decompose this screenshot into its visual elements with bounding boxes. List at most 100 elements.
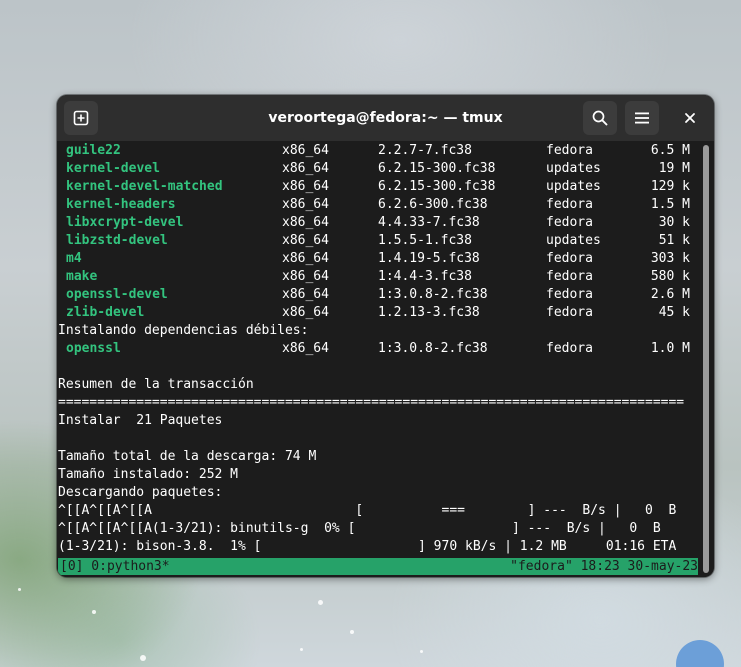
package-row: libxcrypt-devel x86_64 4.4.33-7.fc38 fed…	[58, 214, 698, 232]
package-version: 4.4.33-7.fc38	[378, 215, 480, 230]
separator-line: ========================================…	[58, 395, 685, 410]
package-arch: x86_64	[282, 341, 329, 356]
package-size: 580 k	[650, 269, 690, 284]
package-row: guile22 x86_64 2.2.7-7.fc38 fedora 6.5 M	[58, 142, 698, 160]
wallpaper-dot	[318, 600, 323, 605]
package-repo: fedora	[546, 287, 593, 302]
package-repo: fedora	[546, 305, 593, 320]
header-bar: veroortega@fedora:~ — tmux	[57, 95, 714, 141]
package-name: libxcrypt-devel	[66, 215, 184, 230]
tmux-window-list[interactable]: [0] 0:python3*	[60, 558, 170, 575]
package-version: 1:3.0.8-2.fc38	[378, 341, 488, 356]
hamburger-menu-icon	[635, 112, 649, 124]
package-size: 6.5 M	[650, 143, 690, 158]
package-size: 51 k	[658, 233, 690, 248]
package-repo: fedora	[546, 215, 593, 230]
wallpaper-dot	[420, 650, 423, 653]
package-version: 2.2.7-7.fc38	[378, 143, 472, 158]
package-version: 1.5.5-1.fc38	[378, 233, 472, 248]
package-row: m4 x86_64 1.4.19-5.fc38 fedora 303 k	[58, 250, 698, 268]
package-repo: updates	[546, 233, 601, 248]
progress-line: ^[[A^[[A^[[A(1-3/21): binutils-g 0% [ ] …	[58, 521, 661, 536]
wallpaper-dot	[300, 648, 303, 651]
main-menu-button[interactable]	[625, 101, 659, 135]
package-size: 1.5 M	[650, 197, 690, 212]
progress-line: ^[[A^[[A^[[A [ === ] --- B/s | 0 B	[58, 503, 677, 518]
package-row: kernel-devel-matched x86_64 6.2.15-300.f…	[58, 178, 698, 196]
package-repo: updates	[546, 179, 601, 194]
package-row: openssl-devel x86_64 1:3.0.8-2.fc38 fedo…	[58, 286, 698, 304]
package-name: kernel-devel-matched	[66, 179, 223, 194]
package-repo: updates	[546, 161, 601, 176]
window-title: veroortega@fedora:~ — tmux	[268, 110, 503, 126]
scrollbar[interactable]	[703, 145, 709, 573]
close-icon	[685, 113, 695, 123]
package-size: 2.6 M	[650, 287, 690, 302]
package-arch: x86_64	[282, 305, 329, 320]
wallpaper-dot	[18, 588, 21, 591]
weak-deps-header: Instalando dependencias débiles:	[58, 323, 309, 338]
package-version: 6.2.15-300.fc38	[378, 161, 496, 176]
package-name: kernel-devel	[66, 161, 160, 176]
package-version: 6.2.6-300.fc38	[378, 197, 488, 212]
wallpaper-dot	[140, 655, 146, 661]
package-size: 303 k	[650, 251, 690, 266]
package-version: 1.4.19-5.fc38	[378, 251, 480, 266]
summary-header: Resumen de la transacción	[58, 377, 254, 392]
package-repo: fedora	[546, 341, 593, 356]
package-name: guile22	[66, 143, 121, 158]
package-arch: x86_64	[282, 287, 329, 302]
package-row: kernel-headers x86_64 6.2.6-300.fc38 fed…	[58, 196, 698, 214]
package-repo: fedora	[546, 251, 593, 266]
package-arch: x86_64	[282, 215, 329, 230]
install-count: Instalar 21 Paquetes	[58, 413, 223, 428]
package-size: 30 k	[658, 215, 690, 230]
terminal-window: veroortega@fedora:~ — tmux guile22 x86_6…	[57, 95, 714, 577]
package-name: openssl-devel	[66, 287, 168, 302]
package-size: 1.0 M	[650, 341, 690, 356]
package-name: m4	[66, 251, 82, 266]
new-tab-button[interactable]	[64, 101, 98, 135]
desktop-app-icon[interactable]	[676, 640, 724, 667]
package-row: libzstd-devel x86_64 1.5.5-1.fc38 update…	[58, 232, 698, 250]
package-repo: fedora	[546, 197, 593, 212]
package-arch: x86_64	[282, 251, 329, 266]
package-repo: fedora	[546, 269, 593, 284]
wallpaper-dot	[350, 630, 354, 634]
package-row: kernel-devel x86_64 6.2.15-300.fc38 upda…	[58, 160, 698, 178]
download-size: Tamaño total de la descarga: 74 M	[58, 449, 317, 464]
tmux-status-bar: [0] 0:python3* "fedora" 18:23 30-may-23	[58, 558, 698, 575]
package-arch: x86_64	[282, 197, 329, 212]
package-row: openssl x86_64 1:3.0.8-2.fc38 fedora 1.0…	[58, 340, 698, 358]
package-version: 1:4.4-3.fc38	[378, 269, 472, 284]
installed-size: Tamaño instalado: 252 M	[58, 467, 239, 482]
package-name: libzstd-devel	[66, 233, 168, 248]
package-repo: fedora	[546, 143, 593, 158]
package-name: make	[66, 269, 98, 284]
tmux-status-right: "fedora" 18:23 30-may-23	[510, 559, 698, 574]
package-size: 19 M	[658, 161, 690, 176]
package-row: zlib-devel x86_64 1.2.13-3.fc38 fedora 4…	[58, 304, 698, 322]
new-tab-icon	[73, 110, 89, 126]
terminal-view[interactable]: guile22 x86_64 2.2.7-7.fc38 fedora 6.5 M…	[57, 141, 714, 577]
package-version: 1:3.0.8-2.fc38	[378, 287, 488, 302]
close-button[interactable]	[673, 101, 707, 135]
package-arch: x86_64	[282, 269, 329, 284]
package-version: 6.2.15-300.fc38	[378, 179, 496, 194]
package-row: make x86_64 1:4.4-3.fc38 fedora 580 k	[58, 268, 698, 286]
package-name: zlib-devel	[66, 305, 145, 320]
search-button[interactable]	[583, 101, 617, 135]
package-version: 1.2.13-3.fc38	[378, 305, 480, 320]
package-name: kernel-headers	[66, 197, 176, 212]
package-arch: x86_64	[282, 179, 329, 194]
package-size: 45 k	[658, 305, 690, 320]
package-arch: x86_64	[282, 143, 329, 158]
search-icon	[592, 110, 608, 126]
package-name: openssl	[66, 341, 121, 356]
package-arch: x86_64	[282, 161, 329, 176]
progress-line: (1-3/21): bison-3.8. 1% [ ] 970 kB/s | 1…	[58, 539, 677, 554]
package-arch: x86_64	[282, 233, 329, 248]
downloading-label: Descargando paquetes:	[58, 485, 223, 500]
package-size: 129 k	[650, 179, 690, 194]
wallpaper-dot	[92, 610, 96, 614]
